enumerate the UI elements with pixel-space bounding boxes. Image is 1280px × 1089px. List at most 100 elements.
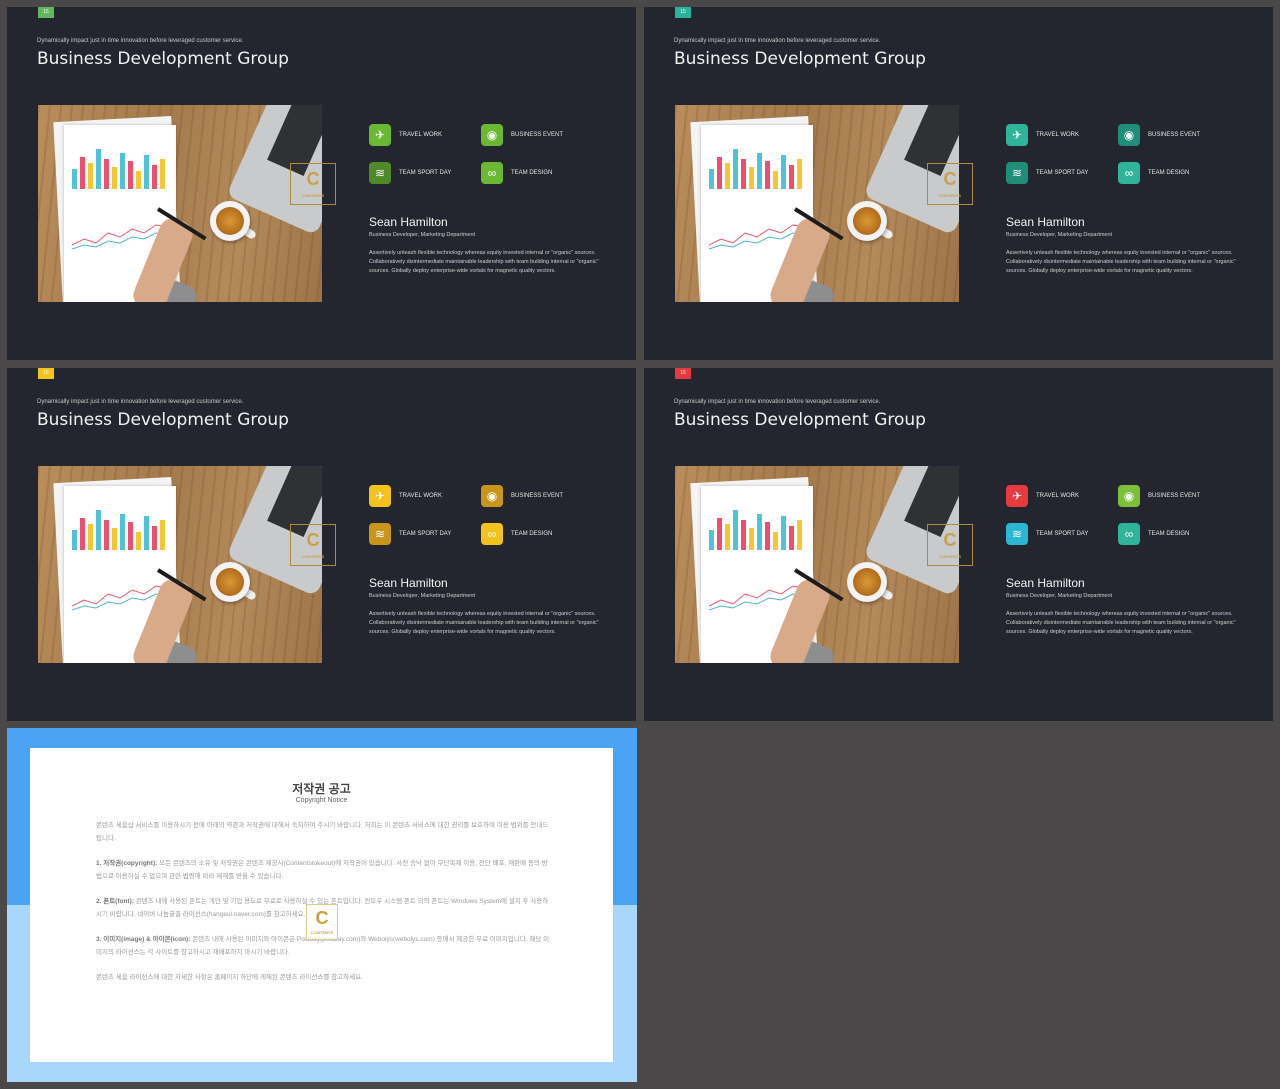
feature-item: ≋ TEAM SPORT DAY <box>1006 162 1088 184</box>
paper-bar <box>765 522 770 550</box>
copyright-section: 1. 저작권(copyright): 모든 콘텐츠의 소유 및 저작권은 콘텐츠… <box>96 858 550 883</box>
paper-bar-chart <box>709 145 805 189</box>
paper-bar <box>104 159 109 189</box>
feature-label: TEAM DESIGN <box>511 531 553 537</box>
dinner-plate-icon: ◉ <box>1118 485 1140 507</box>
logo-watermark: C CONTENTS <box>290 524 336 566</box>
slide-tagline: Dynamically impact just in time innovati… <box>37 38 244 44</box>
feature-item: ✈ TRAVEL WORK <box>1006 485 1079 507</box>
logo-watermark: C CONTENTS <box>927 524 973 566</box>
slide-thumbnail[interactable]: 15 Dynamically impact just in time innov… <box>7 7 636 360</box>
paper-bar <box>709 169 714 189</box>
paper-bar <box>797 159 802 189</box>
slide-thumbnail[interactable]: 15 Dynamically impact just in time innov… <box>644 7 1273 360</box>
paper-bar <box>120 153 125 189</box>
paper-bar <box>741 159 746 189</box>
feature-label: TEAM DESIGN <box>1148 170 1190 176</box>
slide-number-badge: 15 <box>675 7 691 18</box>
swimmer-icon: ≋ <box>1006 162 1028 184</box>
feature-item: ◉ BUSINESS EVENT <box>1118 485 1200 507</box>
dinner-plate-icon: ◉ <box>481 124 503 146</box>
slide-number: 15 <box>680 370 686 376</box>
person-description: Assertively unleash flexible technology … <box>369 611 599 635</box>
paper-bar <box>144 516 149 550</box>
feature-item: ≋ TEAM SPORT DAY <box>369 162 451 184</box>
desk-photo <box>675 105 959 302</box>
coffee-mug <box>210 562 250 602</box>
coffee-mug <box>847 562 887 602</box>
feature-label: BUSINESS EVENT <box>1148 132 1201 138</box>
airplane-icon: ✈ <box>1006 124 1028 146</box>
feature-label: TRAVEL WORK <box>1036 132 1080 138</box>
feature-item: ✈ TRAVEL WORK <box>1006 124 1079 146</box>
desk-photo <box>38 466 322 663</box>
coffee-mug <box>210 201 250 241</box>
feature-label: TEAM DESIGN <box>511 170 553 176</box>
paper-bar <box>152 165 157 189</box>
person-description: Assertively unleash flexible technology … <box>1006 250 1236 274</box>
slide-number: 15 <box>680 9 686 15</box>
paper-bar <box>765 161 770 189</box>
person-role: Business Developer, Marketing Department <box>369 593 476 599</box>
logo-watermark: C CONTENTS <box>927 163 973 205</box>
desk-photo <box>38 105 322 302</box>
paper-bar <box>789 165 794 189</box>
paper-bar-chart <box>72 506 168 550</box>
slide-number: 15 <box>43 9 49 15</box>
slide-thumbnail[interactable]: 15 Dynamically impact just in time innov… <box>644 368 1273 721</box>
feature-label: TEAM SPORT DAY <box>1036 531 1089 537</box>
copyright-title: 저작권 공고 <box>292 782 351 796</box>
paper-bar <box>160 520 165 550</box>
slide-number: 15 <box>43 370 49 376</box>
paper-bar <box>741 520 746 550</box>
paper-bar <box>136 171 141 189</box>
slide-thumbnail[interactable]: 15 Dynamically impact just in time innov… <box>7 368 636 721</box>
logo-watermark: C CONTENTS <box>306 904 338 940</box>
feature-label: TEAM SPORT DAY <box>399 170 452 176</box>
person-description: Assertively unleash flexible technology … <box>369 250 599 274</box>
section-text: 모든 콘텐츠의 소유 및 저작권은 콘텐츠 제공사(Contentstokeou… <box>96 860 548 880</box>
paper-bar <box>112 528 117 550</box>
person-role: Business Developer, Marketing Department <box>1006 593 1113 599</box>
paper-bar <box>757 153 762 189</box>
slide-title: Business Development Group <box>674 49 926 69</box>
coffee-mug <box>847 201 887 241</box>
paper-bar <box>725 163 730 189</box>
paper-bar <box>104 520 109 550</box>
paper-bar <box>733 149 738 189</box>
paper-bar <box>757 514 762 550</box>
paper-bar <box>749 167 754 189</box>
feature-item: ∞ TEAM DESIGN <box>1118 523 1189 545</box>
feature-label: TRAVEL WORK <box>399 132 443 138</box>
slide-title: Business Development Group <box>37 49 289 69</box>
paper-bar <box>128 522 133 550</box>
paper-bar <box>160 159 165 189</box>
paper-bar-chart <box>72 145 168 189</box>
paper-bar <box>112 167 117 189</box>
desk-photo <box>675 466 959 663</box>
feature-item: ✈ TRAVEL WORK <box>369 485 442 507</box>
paper-bar <box>96 149 101 189</box>
paper-bar <box>96 510 101 550</box>
paper-bar <box>88 524 93 550</box>
person-description: Assertively unleash flexible technology … <box>1006 611 1236 635</box>
swimmer-icon: ≋ <box>1006 523 1028 545</box>
person-name: Sean Hamilton <box>1006 215 1085 229</box>
feature-label: TRAVEL WORK <box>1036 493 1080 499</box>
copyright-slide: 저작권 공고 Copyright Notice 콘텐츠 세움삽 서비스를 이용하… <box>7 728 637 1082</box>
airplane-icon: ✈ <box>369 124 391 146</box>
swimmer-icon: ≋ <box>369 162 391 184</box>
slide-number-badge: 15 <box>675 368 691 379</box>
dinner-plate-icon: ◉ <box>481 485 503 507</box>
slide-tagline: Dynamically impact just in time innovati… <box>37 399 244 405</box>
feature-item: ✈ TRAVEL WORK <box>369 124 442 146</box>
feature-item: ≋ TEAM SPORT DAY <box>369 523 451 545</box>
feature-item: ∞ TEAM DESIGN <box>481 162 552 184</box>
copyright-footer: 콘텐츠 세움 라이선스에 대한 자세한 사항은 홈페이지 하단에 게재된 콘텐츠… <box>96 974 363 981</box>
person-name: Sean Hamilton <box>369 215 448 229</box>
paper-bar <box>717 157 722 189</box>
person-name: Sean Hamilton <box>369 576 448 590</box>
section-heading: 3. 이미지(image) & 아이콘(icon): <box>96 936 191 943</box>
slide-tagline: Dynamically impact just in time innovati… <box>674 38 881 44</box>
paper-bar <box>773 171 778 189</box>
